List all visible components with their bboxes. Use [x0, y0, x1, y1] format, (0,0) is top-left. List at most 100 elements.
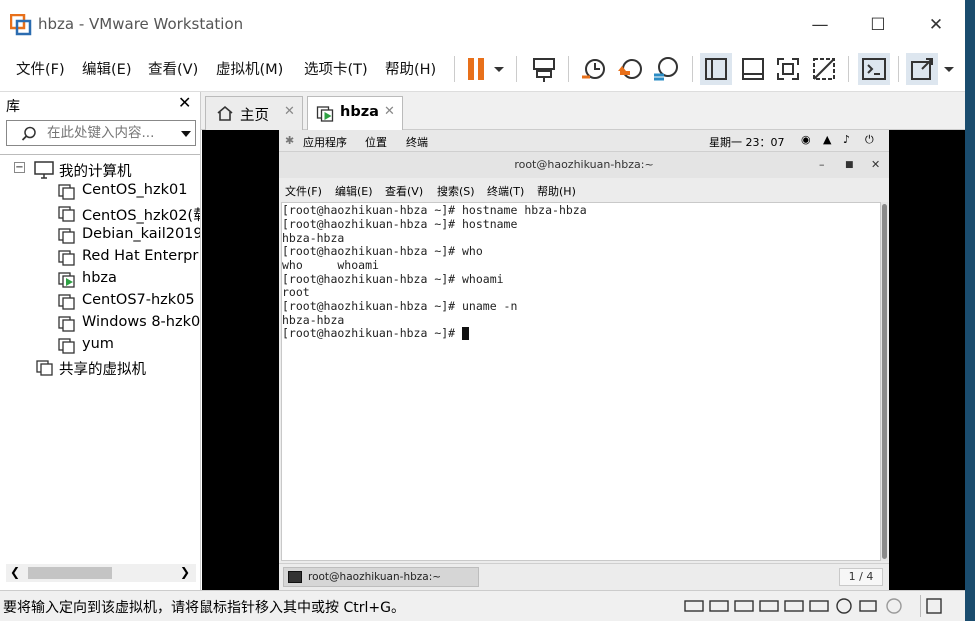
device-status-icons[interactable]: [684, 597, 914, 615]
maximize-button[interactable]: ■: [845, 152, 854, 178]
minimize-button[interactable]: —: [797, 10, 843, 40]
terminal-output[interactable]: [root@haozhikuan-hbza ~]# hostname hbza-…: [281, 202, 881, 561]
terminal-line: [root@haozhikuan-hbza ~]# hostname: [282, 217, 518, 231]
taskbar-item-terminal[interactable]: root@haozhikuan-hbza:~: [283, 567, 479, 587]
guest-desktop[interactable]: ✱ 应用程序 位置 终端 星期一 23：07 ◉ ▲ ♪ ⏻ root@haoz…: [279, 130, 889, 590]
chevron-down-icon[interactable]: [180, 129, 192, 139]
gnome-top-bar: ✱ 应用程序 位置 终端 星期一 23：07 ◉ ▲ ♪ ⏻: [279, 130, 889, 152]
terminal-menu-view[interactable]: 查看(V): [385, 183, 423, 199]
terminal-menu-search[interactable]: 搜索(S): [437, 183, 475, 199]
menu-bar: 文件(F) 编辑(E) 查看(V) 虚拟机(M) 选项卡(T) 帮助(H): [0, 50, 965, 92]
vm-running-icon: [316, 106, 334, 122]
library-search: [6, 120, 196, 146]
menu-places[interactable]: 位置: [365, 134, 387, 150]
clock[interactable]: 星期一 23：07: [709, 134, 785, 150]
scroll-right-icon[interactable]: ❯: [180, 565, 190, 579]
close-button[interactable]: ✕: [913, 10, 959, 40]
vm-icon: [58, 316, 75, 332]
terminal-line: hbza-hbza: [282, 313, 345, 327]
vm-icon: [58, 184, 75, 200]
close-button[interactable]: ✕: [871, 152, 880, 178]
snapshot-icon[interactable]: [578, 53, 610, 85]
send-keys-icon[interactable]: [528, 53, 560, 85]
terminal-line: who whoami: [282, 258, 379, 272]
background-window-edge: [965, 0, 975, 621]
vm-icon: [58, 338, 75, 354]
chevron-down-icon[interactable]: [940, 53, 958, 85]
terminal-line: [root@haozhikuan-hbza ~]# who: [282, 244, 483, 258]
terminal-line: [root@haozhikuan-hbza ~]# whoami: [282, 272, 504, 286]
terminal-prompt-line: [root@haozhikuan-hbza ~]#: [282, 326, 470, 340]
horizontal-scrollbar[interactable]: ❮ ❯: [6, 564, 196, 582]
console-view-icon[interactable]: [858, 53, 890, 85]
collapse-icon[interactable]: −: [14, 162, 25, 173]
terminal-icon: [288, 571, 302, 583]
vm-icon: [58, 294, 75, 310]
toolbar-separator: [568, 56, 569, 82]
terminal-menu-terminal[interactable]: 终端(T): [487, 183, 524, 199]
show-library-icon[interactable]: [700, 53, 732, 85]
status-bar: 要将输入定向到该虚拟机，请将鼠标指针移入其中或按 Ctrl+G。: [0, 590, 965, 621]
scroll-left-icon[interactable]: ❮: [10, 565, 20, 579]
unity-icon[interactable]: [808, 53, 840, 85]
menu-view[interactable]: 查看(V): [148, 58, 198, 79]
toolbar-separator: [454, 56, 455, 82]
shared-vms-icon: [36, 360, 53, 376]
accessibility-icon[interactable]: ◉: [801, 133, 811, 146]
scroll-thumb[interactable]: [28, 567, 112, 579]
maximize-button[interactable]: ☐: [855, 10, 901, 40]
terminal-window-title: root@haozhikuan-hbza:~ – ■ ✕: [279, 152, 889, 178]
tab-strip: 主页 ✕ hbza ✕: [201, 92, 965, 130]
toolbar-separator: [848, 56, 849, 82]
menu-help[interactable]: 帮助(H): [385, 58, 436, 79]
status-separator: [920, 595, 921, 617]
library-panel: 库 ✕ − 我的计算机 CentOS_hzk01 CentOS_hzk02(载 …: [0, 92, 201, 590]
stretch-guest-icon[interactable]: [906, 53, 938, 85]
power-icon[interactable]: ⏻: [865, 133, 874, 147]
menu-terminal[interactable]: 终端: [406, 134, 428, 150]
close-icon[interactable]: ✕: [178, 93, 191, 112]
revert-snapshot-icon[interactable]: [614, 53, 646, 85]
search-input[interactable]: [47, 125, 167, 141]
vm-label: Debian_kail2019: [82, 226, 200, 242]
terminal-menu-bar: 文件(F) 编辑(E) 查看(V) 搜索(S) 终端(T) 帮助(H): [279, 178, 889, 200]
menu-file[interactable]: 文件(F): [16, 58, 65, 79]
terminal-line: hbza-hbza: [282, 231, 345, 245]
title-bar: hbza - VMware Workstation — ☐ ✕: [0, 0, 965, 50]
terminal-menu-file[interactable]: 文件(F): [285, 183, 322, 199]
terminal-menu-help[interactable]: 帮助(H): [537, 183, 576, 199]
thumbnail-bar-icon[interactable]: [737, 53, 769, 85]
apps-icon: ✱: [285, 134, 295, 147]
tab-hbza[interactable]: hbza ✕: [307, 96, 403, 130]
terminal-scrollbar[interactable]: [881, 202, 888, 561]
menu-tabs[interactable]: 选项卡(T): [304, 58, 368, 79]
tree-label: 共享的虚拟机: [59, 362, 146, 378]
tab-home[interactable]: 主页 ✕: [205, 96, 303, 130]
network-icon[interactable]: ▲: [823, 133, 831, 146]
chevron-down-icon[interactable]: [490, 53, 508, 85]
vm-label: CentOS_hzk01: [82, 182, 188, 198]
status-message: 要将输入定向到该虚拟机，请将鼠标指针移入其中或按 Ctrl+G。: [3, 600, 405, 616]
window-title: hbza - VMware Workstation: [38, 15, 244, 33]
fullscreen-icon[interactable]: [772, 53, 804, 85]
menu-applications[interactable]: 应用程序: [303, 134, 347, 150]
message-icon[interactable]: [926, 597, 942, 615]
minimize-button[interactable]: –: [819, 152, 825, 178]
menu-edit[interactable]: 编辑(E): [82, 58, 131, 79]
volume-icon[interactable]: ♪: [843, 133, 850, 146]
tree-label: 我的计算机: [59, 164, 132, 180]
close-icon[interactable]: ✕: [284, 104, 295, 119]
workspace-switcher[interactable]: 1 / 4: [839, 568, 883, 586]
toolbar-separator: [898, 56, 899, 82]
menu-vm[interactable]: 虚拟机(M): [216, 58, 283, 79]
tab-label: hbza: [340, 104, 379, 120]
vmware-logo-icon: [10, 14, 32, 36]
snapshot-manager-icon[interactable]: [650, 53, 682, 85]
vm-label: Windows 8-hzk0: [82, 314, 200, 330]
window-title-text: root@haozhikuan-hbza:~: [514, 158, 654, 171]
close-icon[interactable]: ✕: [384, 104, 395, 119]
vm-label: CentOS7-hzk05: [82, 292, 195, 308]
terminal-prompt: [root@haozhikuan-hbza ~]#: [282, 326, 463, 340]
terminal-menu-edit[interactable]: 编辑(E): [335, 183, 373, 199]
scroll-thumb[interactable]: [882, 204, 887, 559]
